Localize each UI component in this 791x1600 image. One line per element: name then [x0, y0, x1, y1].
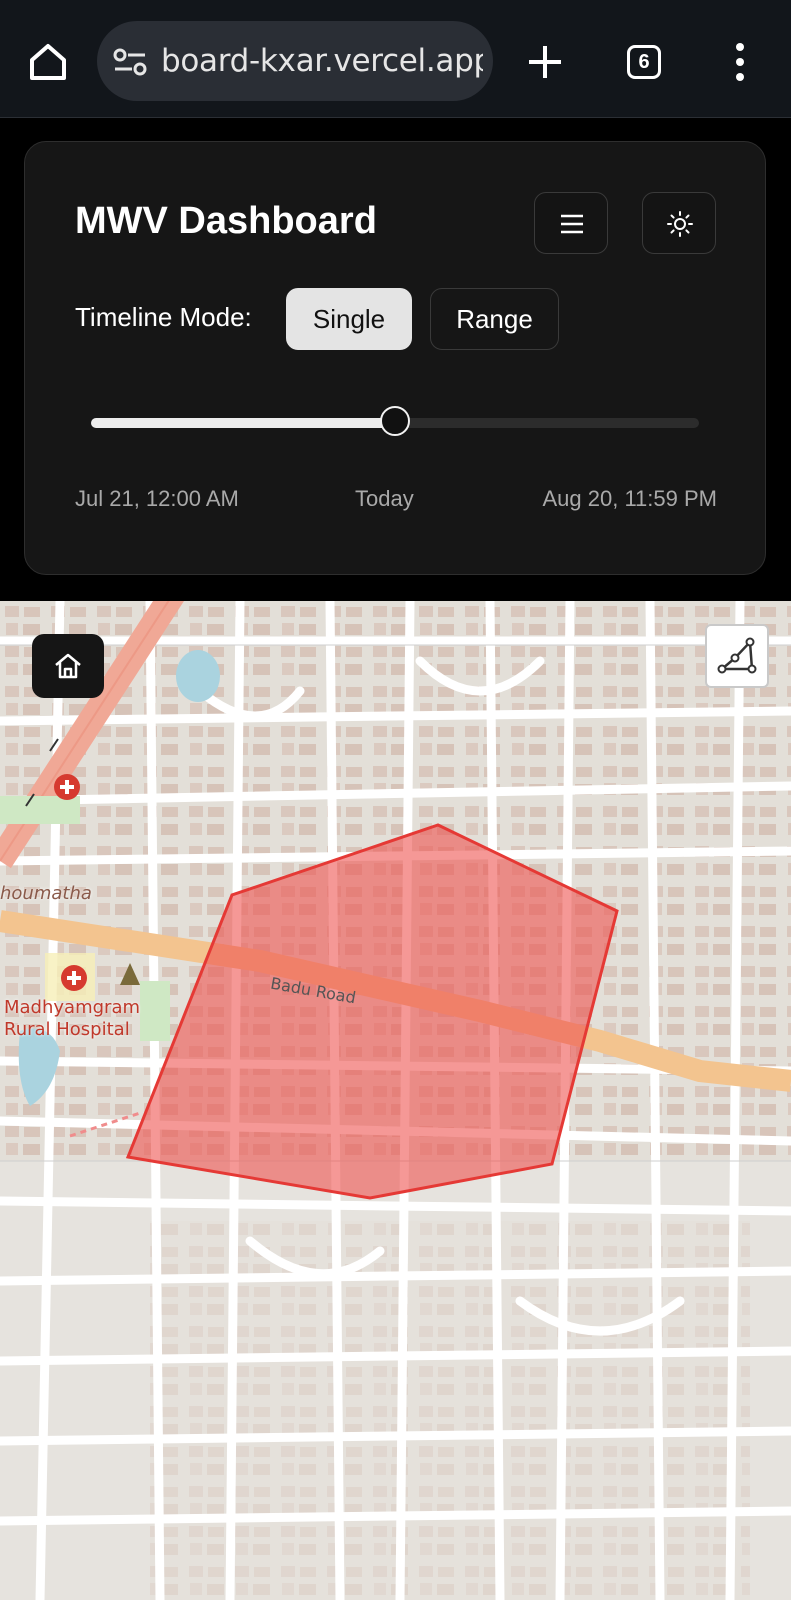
plus-icon[interactable]	[523, 40, 567, 84]
place-label-line1: Madhyamgram	[4, 997, 141, 1018]
range-mode-button[interactable]: Range	[430, 288, 559, 350]
area-label: houmatha	[0, 883, 92, 904]
timeline-slider[interactable]	[91, 406, 699, 436]
site-settings-icon[interactable]	[113, 47, 147, 77]
timeline-end-label: Aug 20, 11:59 PM	[542, 486, 718, 511]
map-tiles	[0, 601, 791, 1600]
place-label-line2: Rural Hospital	[4, 1019, 130, 1040]
sun-icon	[667, 211, 693, 237]
timeline-slider-thumb[interactable]	[380, 406, 410, 436]
address-bar[interactable]: board-kxar.vercel.app	[97, 21, 493, 101]
timeline-start-label: Jul 21, 12:00 AM	[75, 486, 239, 511]
home-icon	[55, 653, 81, 679]
url-text[interactable]: board-kxar.vercel.app	[161, 21, 483, 101]
dashboard-card: MWV Dashboard Timeline Mode: Single Rang…	[24, 141, 766, 575]
browser-toolbar: board-kxar.vercel.app 6	[0, 0, 791, 118]
place-label: Madhyamgram Rural Hospital	[4, 997, 140, 1041]
timeline-current-label: Today	[355, 486, 414, 511]
draw-polygon-button[interactable]	[705, 624, 769, 688]
map-view[interactable]: Badu Road Madhyamgram Rural Hospital hou…	[0, 601, 791, 1600]
home-icon[interactable]	[24, 38, 72, 86]
more-vert-icon[interactable]	[730, 42, 750, 82]
map-home-button[interactable]	[32, 634, 104, 698]
menu-icon	[561, 214, 583, 234]
timeline-mode-label: Timeline Mode:	[75, 302, 252, 332]
tab-switcher-button[interactable]: 6	[627, 45, 661, 79]
theme-toggle-button[interactable]	[642, 192, 716, 254]
single-mode-button[interactable]: Single	[286, 288, 412, 350]
polygon-draw-icon	[717, 637, 757, 674]
page-title: MWV Dashboard	[75, 200, 377, 242]
timeline-slider-fill	[91, 418, 395, 428]
menu-button[interactable]	[534, 192, 608, 254]
